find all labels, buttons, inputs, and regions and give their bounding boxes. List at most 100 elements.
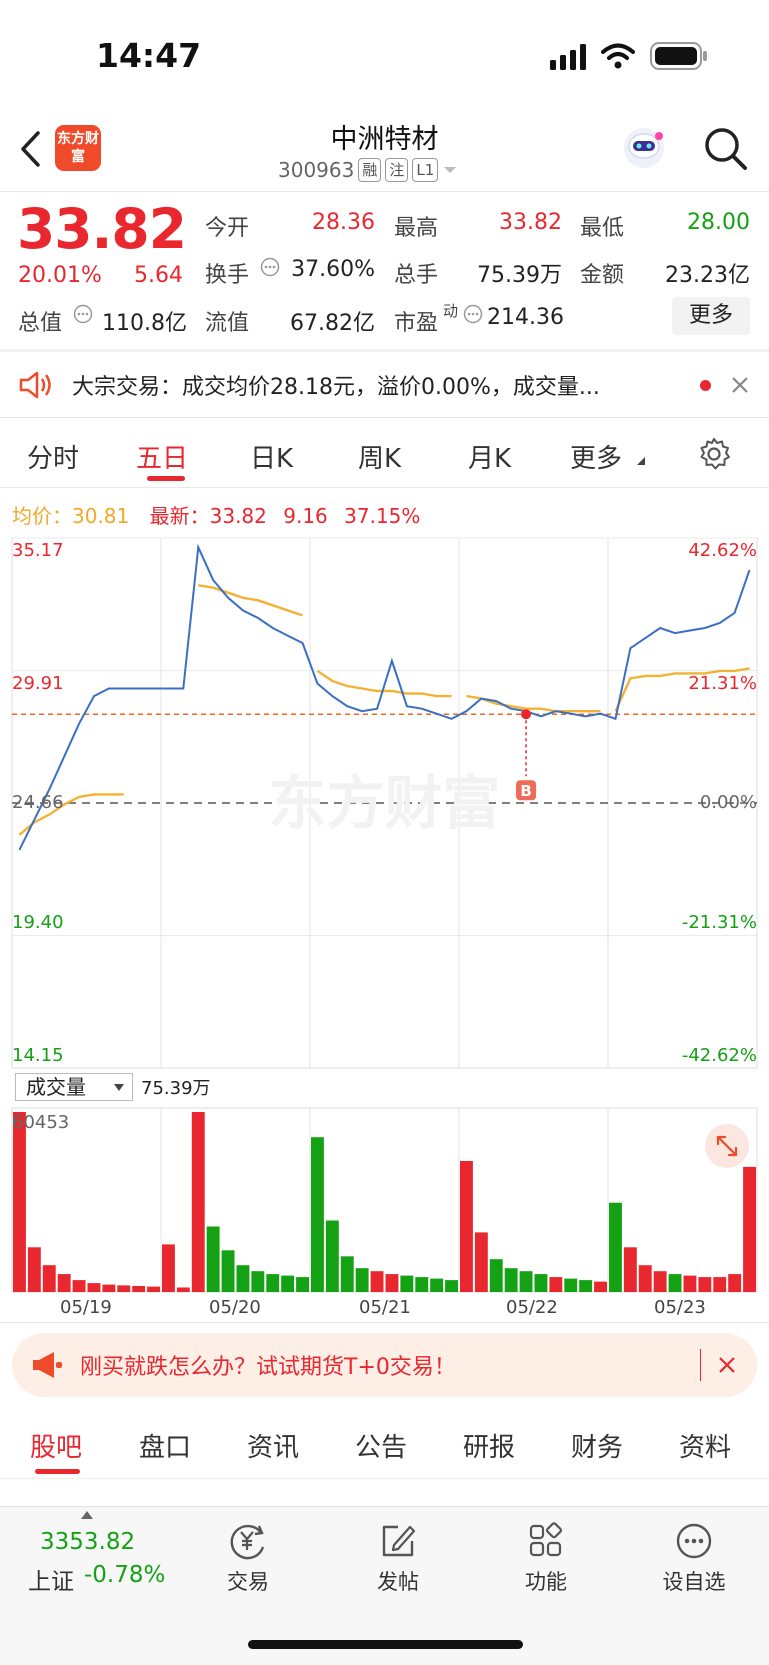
info-icon[interactable] xyxy=(463,304,483,324)
settings-gear-icon[interactable] xyxy=(697,437,731,471)
volume-chart[interactable] xyxy=(0,1105,769,1295)
tab-intraday[interactable]: 分时 xyxy=(27,438,79,475)
volume-bar xyxy=(132,1286,146,1292)
tab-five-day[interactable]: 五日 xyxy=(136,438,188,475)
info-icon[interactable] xyxy=(73,304,93,324)
tab-forum[interactable]: 股吧 xyxy=(30,1427,82,1464)
trade-button[interactable]: 交易 xyxy=(193,1521,303,1596)
home-indicator xyxy=(248,1640,523,1649)
volume-bar xyxy=(87,1283,101,1292)
tab-profile[interactable]: 资料 xyxy=(679,1427,731,1464)
volume-bar xyxy=(474,1232,488,1292)
volume-value: 75.39万 xyxy=(477,263,562,288)
indicator-select[interactable]: 成交量 xyxy=(15,1073,133,1101)
banner-separator xyxy=(700,1349,701,1381)
functions-button[interactable]: 功能 xyxy=(491,1521,601,1596)
latest-change: 9.16 xyxy=(283,504,328,528)
volume-bar xyxy=(117,1285,131,1292)
speaker-icon xyxy=(19,371,51,399)
more-dots-icon xyxy=(676,1523,712,1559)
expand-button[interactable] xyxy=(705,1124,749,1168)
y-tick-left: 24.66 xyxy=(12,792,64,813)
block-trade-notice[interactable]: 大宗交易：成交均价28.18元，溢价0.00%，成交量... xyxy=(0,352,769,418)
post-button[interactable]: 发帖 xyxy=(343,1521,453,1596)
close-icon[interactable] xyxy=(731,376,749,394)
tab-more[interactable]: 更多 xyxy=(570,438,622,475)
volume-bar xyxy=(579,1280,593,1292)
y-tick-left: 29.91 xyxy=(12,673,64,694)
y-tick-left: 19.40 xyxy=(12,912,64,933)
tab-research[interactable]: 研报 xyxy=(463,1427,515,1464)
volume-bar xyxy=(549,1277,563,1292)
notice-text: 大宗交易：成交均价28.18元，溢价0.00%，成交量... xyxy=(72,375,600,400)
tab-weekly-k[interactable]: 周K xyxy=(358,438,401,475)
chevron-down-icon xyxy=(114,1084,124,1091)
stock-code: 300963 xyxy=(278,158,355,182)
volume-bar xyxy=(57,1274,71,1292)
tab-monthly-k[interactable]: 月K xyxy=(468,438,511,475)
volume-bar xyxy=(400,1275,414,1292)
volume-bar xyxy=(340,1256,354,1292)
robot-assistant-icon[interactable] xyxy=(620,124,668,172)
volume-bar xyxy=(653,1271,667,1292)
signal-icon xyxy=(550,44,586,70)
volume-bar xyxy=(266,1274,280,1292)
active-tab-indicator xyxy=(147,476,185,481)
trade-marker-label: B xyxy=(520,782,531,800)
edit-icon xyxy=(382,1525,416,1557)
volume-bar xyxy=(638,1265,652,1292)
volume-bar xyxy=(609,1202,622,1292)
tab-news[interactable]: 资讯 xyxy=(247,1427,299,1464)
status-bar: 14:47 xyxy=(0,0,769,110)
y-tick-right: 21.31% xyxy=(688,673,757,694)
close-icon[interactable] xyxy=(718,1356,736,1374)
section-divider xyxy=(0,1322,769,1323)
index-value[interactable]: 3353.82 xyxy=(40,1529,135,1555)
unread-dot xyxy=(700,380,711,391)
more-quote-button[interactable]: 更多 xyxy=(672,297,750,335)
y-tick-left: 35.17 xyxy=(12,540,64,561)
search-icon[interactable] xyxy=(703,126,749,172)
volume-bar xyxy=(683,1275,697,1292)
volume-bar xyxy=(27,1247,41,1292)
volume-label: 总手 xyxy=(394,263,439,288)
tab-announcements[interactable]: 公告 xyxy=(355,1427,407,1464)
x-tick-day: 05/22 xyxy=(506,1297,558,1318)
five-day-price-chart[interactable]: 东方财富 B xyxy=(0,530,769,1070)
avg-label: 均价： xyxy=(12,504,72,528)
volume-total: 75.39万 xyxy=(141,1078,211,1099)
pe-value: 214.36 xyxy=(487,305,564,330)
volume-bar xyxy=(489,1259,503,1292)
low-value: 28.00 xyxy=(687,210,750,235)
status-time: 14:47 xyxy=(96,36,202,75)
x-tick-day: 05/21 xyxy=(359,1297,411,1318)
x-tick-day: 05/19 xyxy=(60,1297,112,1318)
add-watchlist-label: 设自选 xyxy=(662,1570,726,1594)
index-name[interactable]: 上证 xyxy=(28,1562,74,1596)
trade-label: 交易 xyxy=(227,1570,269,1594)
index-change[interactable]: -0.78% xyxy=(84,1562,165,1588)
float-label: 流值 xyxy=(205,311,250,336)
turnover-value: 37.60% xyxy=(291,257,375,282)
add-watchlist-button[interactable]: 设自选 xyxy=(639,1521,749,1596)
stock-code-row[interactable]: 300963 融 注 L1 xyxy=(278,158,458,182)
tab-finance[interactable]: 财务 xyxy=(571,1427,623,1464)
volume-bar xyxy=(728,1274,742,1292)
pe-superscript: 动 xyxy=(443,302,459,320)
active-tab-indicator xyxy=(35,1469,80,1474)
volume-header: 成交量 75.39万 xyxy=(15,1073,211,1101)
tab-orderbook[interactable]: 盘口 xyxy=(139,1427,191,1464)
futures-ad-banner[interactable]: 刚买就跌怎么办？试试期货T+0交易！ xyxy=(12,1333,757,1397)
volume-bar xyxy=(594,1281,607,1292)
current-price: 33.82 xyxy=(17,197,187,261)
info-icon[interactable] xyxy=(260,257,280,277)
pe-label: 市盈 xyxy=(394,311,439,336)
grid-apps-icon xyxy=(529,1522,563,1557)
banner-text: 刚买就跌怎么办？试试期货T+0交易！ xyxy=(80,1355,456,1380)
volume-bar xyxy=(162,1244,175,1292)
tab-daily-k[interactable]: 日K xyxy=(250,438,293,475)
tag-margin: 融 xyxy=(358,158,382,182)
y-tick-right: -21.31% xyxy=(681,912,757,933)
volume-bar xyxy=(668,1274,682,1292)
content-tabs: 股吧 盘口 资讯 公告 研报 财务 资料 xyxy=(0,1413,769,1479)
